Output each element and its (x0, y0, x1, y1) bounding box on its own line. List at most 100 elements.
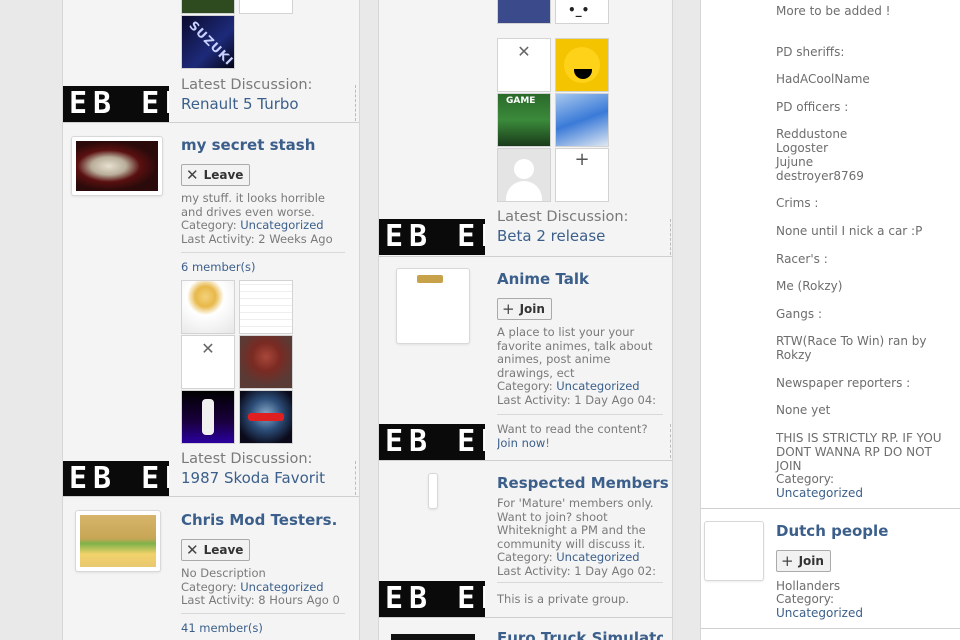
latest-discussion-label: Latest Discussion: (497, 209, 629, 225)
group-name[interactable]: Chris Mod Testers. (181, 511, 337, 529)
member-avatar[interactable] (181, 0, 235, 14)
group-thumbnail[interactable] (704, 521, 764, 581)
category-link[interactable]: Uncategorized (776, 606, 863, 620)
member-avatar[interactable] (181, 390, 235, 444)
text-line: More to be added ! (776, 4, 891, 18)
divider (355, 85, 356, 121)
member-avatar[interactable] (239, 335, 293, 389)
divider (63, 496, 359, 497)
group-thumbnail[interactable] (71, 136, 163, 196)
member-avatar[interactable] (555, 93, 609, 147)
text-line: JOIN (776, 459, 802, 473)
latest-discussion-link[interactable]: Beta 2 release (497, 227, 605, 245)
category-label: Category: (181, 218, 237, 232)
category-label: Category: (776, 592, 834, 606)
group-description: my stuff. it looks horrible and drives e… (181, 192, 345, 246)
group-name[interactable]: Euro Truck Simulator (497, 629, 663, 640)
description-line: my stuff. it looks horrible (181, 192, 325, 205)
tile-caption: GAME (506, 96, 536, 106)
text-line: Logoster (776, 141, 829, 155)
category-label: Category: (497, 550, 553, 564)
text-line: HadACoolName (776, 72, 870, 86)
category-link[interactable]: Uncategorized (776, 486, 863, 500)
group-name[interactable]: my secret stash (181, 136, 315, 154)
description-line: animes, post anime (497, 352, 611, 366)
member-avatar[interactable] (497, 148, 551, 202)
close-icon: ✕ (186, 540, 199, 559)
text-line: Crims : (776, 196, 819, 210)
member-avatar[interactable]: + (555, 148, 609, 202)
group-column-right: More to be added ! PD sheriffs: HadACool… (700, 0, 960, 640)
group-thumbnail[interactable] (428, 473, 438, 509)
category-link[interactable]: Uncategorized (240, 218, 323, 232)
description-line: For 'Mature' members only. (497, 497, 654, 510)
category-link[interactable]: Uncategorized (556, 379, 639, 393)
text-line: DONT WANNA RP DO NOT (776, 445, 932, 459)
text-line: RTW(Race To Win) ran by (776, 334, 927, 348)
divider (670, 424, 671, 458)
member-count-link[interactable]: 41 member(s) (181, 622, 263, 636)
latest-discussion-link[interactable]: 1987 Skoda Favorit (181, 469, 325, 487)
category-label: Category: (776, 472, 834, 486)
description-line: community will discuss it. (497, 536, 646, 551)
last-activity: Last Activity: 2 Weeks Ago (181, 231, 333, 246)
member-avatar[interactable] (497, 0, 551, 24)
leave-button-label: Leave (203, 543, 244, 557)
member-avatar[interactable] (239, 390, 293, 444)
divider (379, 256, 672, 257)
member-avatar[interactable] (239, 0, 293, 14)
member-avatar[interactable] (181, 280, 235, 334)
group-name[interactable]: Dutch people (776, 522, 888, 540)
category-line: Category: Uncategorized (181, 218, 345, 233)
divider (701, 628, 960, 629)
divider (497, 582, 663, 583)
eb-banner: EB EB (379, 424, 485, 460)
category-line: Category: Uncategorized (181, 580, 353, 595)
description-line: drawings, ect (497, 365, 575, 380)
join-button-label: Join (519, 302, 545, 316)
leave-group-button[interactable]: ✕ Leave (181, 539, 251, 561)
group-thumbnail[interactable] (391, 634, 475, 640)
join-prompt: Want to read the content? Join now! (497, 423, 648, 450)
member-avatar[interactable]: ✕ (181, 335, 235, 389)
leave-group-button[interactable]: ✕ Leave (181, 164, 251, 186)
text-line: Rokzy (776, 348, 812, 362)
join-button-label: Join (798, 554, 824, 568)
member-avatar[interactable]: ✕ (497, 38, 551, 92)
group-description: A place to list your your favorite anime… (497, 326, 663, 407)
member-avatar[interactable]: SUZUKI (181, 15, 235, 69)
join-now-link[interactable]: Join now (497, 436, 545, 450)
group-description: No Description Category: Uncategorized L… (181, 567, 353, 608)
category-line: Category: Uncategorized (497, 550, 663, 565)
join-group-button[interactable]: + Join (776, 550, 831, 572)
category-link[interactable]: Uncategorized (240, 580, 323, 594)
private-group-note: This is a private group. (497, 593, 630, 606)
text-line: PD sheriffs: (776, 45, 845, 59)
text-line: Jujune (776, 155, 814, 169)
divider (497, 414, 663, 415)
member-count-link[interactable]: 6 member(s) (181, 261, 256, 275)
eb-banner: EB EB (63, 86, 169, 122)
member-avatar[interactable] (239, 280, 293, 334)
member-avatar[interactable]: GAME (497, 93, 551, 147)
divider (670, 219, 671, 255)
description-line: No Description (181, 567, 266, 580)
text-line: Gangs : (776, 307, 822, 321)
member-avatar[interactable]: •_• (555, 0, 609, 24)
description-line: favorite animes, talk about (497, 338, 653, 353)
text-line: destroyer8769 (776, 169, 864, 183)
member-avatar[interactable] (555, 38, 609, 92)
eb-banner: EB EB (379, 219, 485, 255)
group-thumbnail[interactable] (75, 510, 161, 572)
group-name[interactable]: Respected Members (497, 474, 669, 492)
last-activity: Last Activity: 1 Day Ago 04: (497, 392, 657, 407)
group-thumbnail[interactable] (396, 268, 470, 344)
group-description: Hollanders (776, 579, 841, 593)
join-now-suffix: ! (545, 435, 550, 450)
category-link[interactable]: Uncategorized (556, 550, 639, 564)
latest-discussion-link[interactable]: Renault 5 Turbo (181, 95, 299, 113)
divider (355, 461, 356, 495)
join-group-button[interactable]: + Join (497, 298, 552, 320)
group-name[interactable]: Anime Talk (497, 270, 589, 288)
description-line: and drives even worse. (181, 204, 315, 219)
